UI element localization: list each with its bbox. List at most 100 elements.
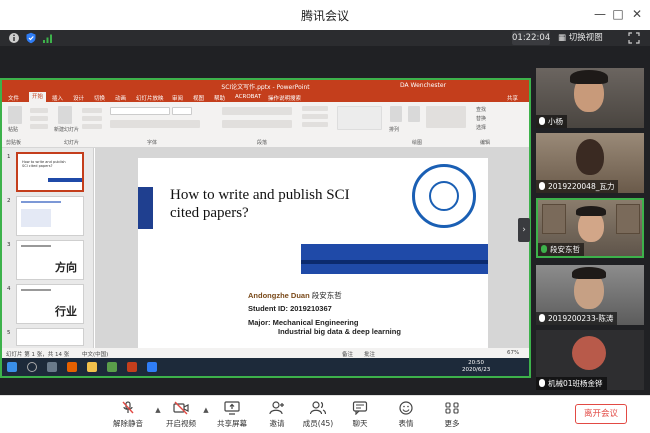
- members-button[interactable]: 成员(45): [298, 401, 338, 429]
- ppt-menu-animations[interactable]: 动画: [115, 94, 126, 102]
- window-title: 腾讯会议: [300, 9, 349, 23]
- video-tile[interactable]: 2019200233-陈涛: [536, 265, 644, 325]
- slide-thumbnail-2[interactable]: [16, 196, 84, 236]
- grid-icon: ▦: [558, 33, 567, 43]
- shield-icon[interactable]: [25, 32, 37, 44]
- author-name: Andongzhe Duan: [248, 291, 310, 300]
- maximize-icon[interactable]: □: [610, 6, 626, 22]
- select-button[interactable]: 选择: [476, 124, 486, 131]
- ppt-menu-search[interactable]: 操作说明搜索: [268, 94, 301, 102]
- unmute-button[interactable]: 解除静音: [108, 401, 148, 429]
- major-line-2[interactable]: Industrial big data & deep learning: [278, 327, 401, 336]
- list-buttons[interactable]: [222, 107, 292, 115]
- ppt-menu-transitions[interactable]: 切换: [94, 94, 105, 102]
- start-video-button[interactable]: 开启视频: [161, 401, 201, 429]
- slide-thumbnail-3[interactable]: 方向: [16, 240, 84, 280]
- slide-editor[interactable]: How to write and publish SCI cited paper…: [95, 148, 529, 354]
- participant-label: 段安东哲: [538, 243, 584, 256]
- reset-icon[interactable]: [82, 116, 102, 121]
- ppt-menu-acrobat[interactable]: ACROBAT: [235, 94, 261, 100]
- section-icon[interactable]: [82, 124, 102, 129]
- align-buttons[interactable]: [222, 120, 292, 128]
- video-options-chevron-icon[interactable]: ▲: [202, 406, 210, 414]
- invite-button[interactable]: 邀请: [257, 401, 297, 429]
- slide-thumbnail-1[interactable]: How to write and publish SCI cited paper…: [16, 152, 84, 192]
- ppt-menu-help[interactable]: 帮助: [214, 94, 225, 102]
- zoom-level[interactable]: 67%: [507, 350, 519, 356]
- layout-icon[interactable]: [82, 108, 102, 113]
- arrange-icon[interactable]: [390, 106, 402, 122]
- app-icon[interactable]: [107, 362, 117, 372]
- ppt-share-button[interactable]: 共享: [507, 94, 518, 102]
- slide-title[interactable]: How to write and publish SCI cited paper…: [170, 186, 390, 222]
- current-slide[interactable]: How to write and publish SCI cited paper…: [138, 158, 488, 354]
- ppt-menu-insert[interactable]: 插入: [52, 94, 63, 102]
- task-view-icon[interactable]: [47, 362, 57, 372]
- reactions-button[interactable]: 表情: [386, 401, 426, 429]
- slide-thumbnail-4[interactable]: 行业: [16, 284, 84, 324]
- windows-start-icon[interactable]: [7, 362, 17, 372]
- new-slide-icon[interactable]: [58, 106, 72, 124]
- fullscreen-icon[interactable]: [628, 32, 640, 44]
- video-tile[interactable]: 小杨: [536, 68, 644, 128]
- firefox-icon[interactable]: [67, 362, 77, 372]
- ppt-menu-slideshow[interactable]: 幻灯片放映: [136, 94, 164, 102]
- slide-band-stripe: [301, 260, 488, 264]
- minimize-icon[interactable]: —: [592, 6, 608, 22]
- more-button[interactable]: 更多: [432, 401, 472, 429]
- student-id-label: Student ID:: [248, 304, 288, 313]
- font-size-select[interactable]: [172, 107, 192, 115]
- chat-button[interactable]: 聊天: [340, 401, 380, 429]
- thumb-title: How to write and publish SCI cited paper…: [22, 160, 66, 168]
- shapes-gallery[interactable]: [337, 106, 382, 130]
- text-direction-button[interactable]: [302, 106, 328, 111]
- student-id-line[interactable]: Student ID: 2019210367: [248, 304, 332, 313]
- major-line[interactable]: Major: Mechanical Engineering: [248, 318, 358, 327]
- paste-icon[interactable]: [8, 106, 22, 124]
- collapse-panel-button[interactable]: ›: [518, 218, 530, 242]
- tencent-meeting-icon[interactable]: [147, 362, 157, 372]
- close-icon[interactable]: ✕: [629, 6, 645, 22]
- font-name-select[interactable]: [110, 107, 170, 115]
- find-button[interactable]: 查找: [476, 106, 486, 113]
- quick-styles-icon[interactable]: [408, 106, 420, 122]
- slide-thumbnail-5[interactable]: [16, 328, 84, 346]
- mic-off-icon: [122, 401, 134, 414]
- replace-button[interactable]: 替换: [476, 115, 486, 122]
- align-text-button[interactable]: [302, 114, 328, 119]
- ppt-menu-home[interactable]: 开始: [29, 92, 47, 102]
- thumb-big-word: 方向: [55, 261, 77, 274]
- copy-icon[interactable]: [30, 116, 48, 121]
- format-painter-icon[interactable]: [30, 124, 48, 129]
- smartart-button[interactable]: [302, 122, 328, 127]
- comments-button[interactable]: 批注: [364, 350, 375, 358]
- ppt-menu-file[interactable]: 文件: [8, 94, 19, 102]
- notes-button[interactable]: 备注: [342, 350, 353, 358]
- shape-fill-buttons[interactable]: [426, 106, 466, 128]
- ppt-menu-view[interactable]: 视图: [193, 94, 204, 102]
- share-screen-button[interactable]: 共享屏幕: [212, 401, 252, 429]
- ppt-menu-review[interactable]: 审阅: [172, 94, 183, 102]
- participant-name: 2019220048_瓦力: [548, 182, 615, 191]
- bookshelf: [542, 204, 566, 234]
- info-icon[interactable]: [8, 32, 20, 44]
- video-tile[interactable]: 机械01班杨金铧: [536, 330, 644, 390]
- invite-user-icon: [269, 401, 284, 415]
- powerpoint-icon[interactable]: [127, 362, 137, 372]
- font-format-buttons[interactable]: [110, 120, 200, 128]
- switch-view-button[interactable]: ▦ 切换视图: [558, 31, 603, 45]
- taskbar-clock[interactable]: 20:50 2020/6/23: [462, 360, 490, 374]
- leave-meeting-button[interactable]: 离开会议: [575, 404, 627, 424]
- file-explorer-icon[interactable]: [87, 362, 97, 372]
- video-tile-active-speaker[interactable]: 段安东哲: [536, 198, 644, 258]
- author-line[interactable]: Andongzhe Duan 段安东哲: [248, 290, 342, 301]
- video-tile[interactable]: 2019220048_瓦力: [536, 133, 644, 193]
- cut-icon[interactable]: [30, 108, 48, 113]
- ppt-menu-design[interactable]: 设计: [73, 94, 84, 102]
- shared-screen[interactable]: SCI论文写作.pptx - PowerPoint DA Wenchester …: [0, 78, 531, 378]
- search-icon[interactable]: [27, 362, 37, 372]
- camera-off-icon: [173, 401, 189, 415]
- participant-name: 2019200233-陈涛: [548, 314, 614, 323]
- slide-thumbnail-pane[interactable]: 1 How to write and publish SCI cited pap…: [2, 148, 94, 348]
- thumb-number: 4: [7, 286, 11, 292]
